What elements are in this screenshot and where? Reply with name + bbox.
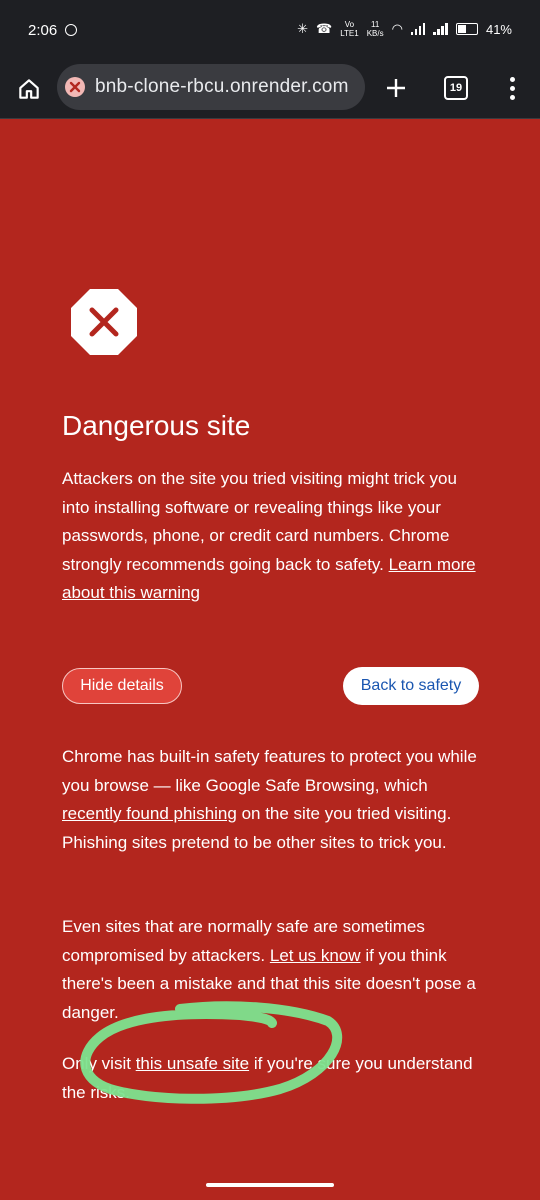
let-us-know-link[interactable]: Let us know <box>270 946 361 965</box>
warning-description: Attackers on the site you tried visiting… <box>62 469 476 602</box>
omnibox[interactable]: bnb-clone-rbcu.onrender.com <box>57 64 365 110</box>
tab-switcher-button[interactable]: 19 <box>444 76 468 100</box>
back-to-safety-button[interactable]: Back to safety <box>343 667 479 705</box>
plus-icon <box>387 79 405 97</box>
page-title: Dangerous site <box>62 410 251 441</box>
battery-level: 41% <box>485 21 512 37</box>
status-bar: 2:06 ✳ ☎ Vo LTE1 11 KB/s ◠ 41% <box>0 0 540 62</box>
danger-x-icon[interactable] <box>65 77 85 97</box>
home-icon <box>19 79 39 99</box>
gesture-nav-handle[interactable] <box>206 1183 334 1187</box>
hide-details-button[interactable]: Hide details <box>62 668 182 704</box>
wifi-icon: ◠ <box>391 21 403 36</box>
proceed-unsafe-link[interactable]: this unsafe site <box>136 1054 249 1073</box>
status-icons: ✳ ☎ Vo LTE1 11 KB/s ◠ 41% <box>297 20 512 38</box>
signal-icon <box>410 23 426 35</box>
overflow-menu-icon <box>509 76 515 82</box>
browser-toolbar: bnb-clone-rbcu.onrender.com 19 <box>0 62 540 119</box>
tab-count: 19 <box>449 82 463 94</box>
home-button[interactable] <box>12 72 46 106</box>
stop-sign-icon <box>71 289 137 355</box>
call-icon: ☎ <box>315 21 333 36</box>
signal-icon-2 <box>433 23 448 35</box>
bluetooth-icon: ✳ <box>297 21 308 36</box>
overflow-menu-button[interactable] <box>500 72 524 104</box>
new-tab-button[interactable] <box>380 72 412 104</box>
recently-found-phishing-link[interactable]: recently found phishing <box>62 804 237 823</box>
network-speed: 11 KB/s <box>366 20 384 38</box>
instagram-notification-icon <box>65 24 78 36</box>
url-text[interactable]: bnb-clone-rbcu.onrender.com <box>95 76 349 98</box>
details-paragraph-proceed: Only visit this unsafe site if you're su… <box>62 1054 473 1102</box>
status-time: 2:06 <box>28 22 58 39</box>
details-paragraph-report: Even sites that are normally safe are so… <box>62 917 476 1022</box>
volte-indicator: Vo LTE1 <box>340 20 359 38</box>
battery-icon <box>455 23 478 35</box>
details-paragraph-phishing: Chrome has built-in safety features to p… <box>62 747 477 852</box>
